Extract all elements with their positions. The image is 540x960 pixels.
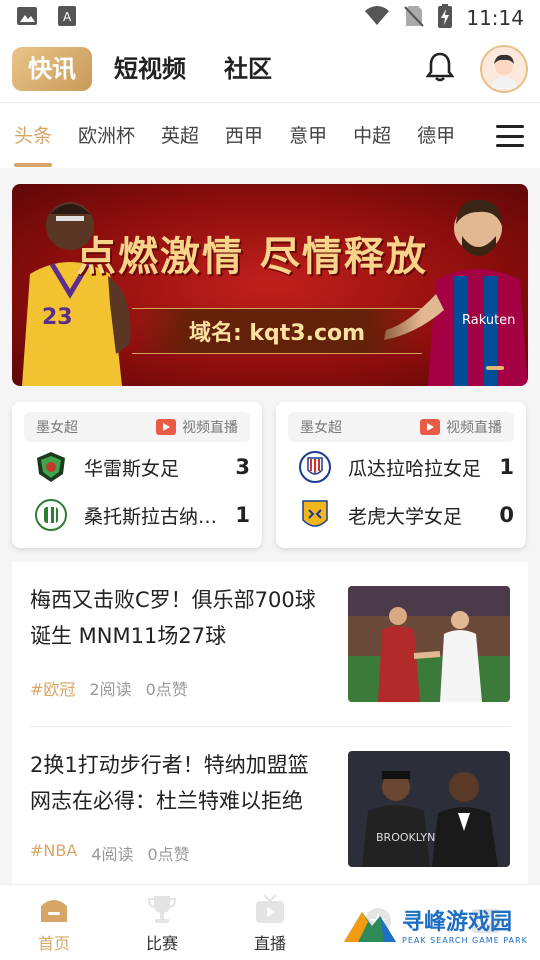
news-list: 梅西又击败C罗！俱乐部700球诞生 MNM11场27球 #欧冠 2阅读 0点赞 … — [12, 562, 528, 884]
team-logo-tigres — [298, 498, 332, 532]
team-name: 桑托斯拉古纳女足 — [84, 505, 224, 528]
team-score: 0 — [499, 503, 514, 527]
news-tag[interactable]: #欧冠 — [30, 676, 75, 700]
news-meta: #NBA 4阅读 0点赞 — [30, 841, 190, 865]
svg-text:A: A — [63, 10, 72, 24]
match-header: 墨女超 视频直播 — [24, 412, 250, 442]
banner-title: 点燃激情 尽情释放 — [76, 233, 428, 280]
team-score: 3 — [235, 455, 250, 479]
team-score: 1 — [499, 455, 514, 479]
nav-label: 直播 — [253, 933, 286, 953]
match-card[interactable]: 墨女超 视频直播 瓜达拉哈拉女足 1 老虎大学女足 0 — [276, 402, 526, 548]
category-csl[interactable]: 中超 — [353, 103, 391, 169]
news-thumbnail[interactable]: BROOKLYN — [348, 751, 510, 867]
team-logo-juarez — [34, 450, 68, 484]
match-card[interactable]: 墨女超 视频直播 华雷斯女足 3 桑托斯拉古纳女足 1 — [12, 402, 262, 548]
home-icon — [37, 892, 71, 926]
league-name: 墨女超 — [36, 420, 78, 436]
category-euro-cup[interactable]: 欧洲杯 — [78, 103, 135, 169]
svg-text:BROOKLYN: BROOKLYN — [376, 831, 435, 844]
team-row-away: 桑托斯拉古纳女足 1 — [24, 492, 250, 538]
news-likes: 0点赞 — [147, 845, 190, 864]
top-tab-bar: 快讯 短视频 社区 — [0, 36, 540, 102]
wifi-icon — [364, 5, 390, 32]
news-likes: 0点赞 — [145, 680, 188, 699]
news-reads: 4阅读 — [91, 845, 134, 864]
mountain-logo-icon — [344, 912, 396, 942]
nav-home[interactable]: 首页 — [0, 885, 108, 960]
play-icon — [420, 419, 440, 435]
news-title[interactable]: 2换1打动步行者！特纳加盟篮网志在必得：杜兰特难以拒绝 — [30, 747, 320, 819]
tv-icon — [253, 892, 287, 926]
banner-page-indicator — [486, 366, 504, 370]
tab-community[interactable]: 社区 — [224, 47, 272, 91]
news-tag[interactable]: #NBA — [30, 841, 77, 865]
status-time: 11:14 — [466, 6, 524, 30]
banner-domain-box: 域名: kqt3.com — [132, 308, 422, 354]
team-row-away: 老虎大学女足 0 — [288, 492, 514, 538]
team-name: 华雷斯女足 — [84, 457, 180, 480]
play-icon — [156, 419, 176, 435]
promo-banner[interactable]: 23 Rakuten 点燃激情 尽情释放 域名: kqt3.com — [12, 184, 528, 386]
watermark: 寻峰游戏园 PEAK SEARCH GAME PARK — [344, 894, 534, 954]
tab-short-video[interactable]: 短视频 — [114, 47, 186, 91]
svg-text:Rakuten: Rakuten — [462, 313, 515, 328]
nav-live[interactable]: 直播 — [216, 885, 324, 960]
image-icon — [16, 5, 38, 31]
category-premier-league[interactable]: 英超 — [161, 103, 199, 169]
category-bundesliga[interactable]: 德甲 — [417, 103, 455, 169]
watermark-title: 寻峰游戏园 — [402, 909, 513, 935]
category-headline[interactable]: 头条 — [14, 103, 53, 169]
tab-kuaixun[interactable]: 快讯 — [12, 47, 92, 91]
status-bar: A 11:14 — [0, 0, 540, 36]
team-logo-guadalajara — [298, 450, 332, 484]
menu-icon[interactable] — [496, 125, 524, 147]
banner-player-right: Rakuten — [384, 199, 528, 386]
banner-domain: 域名: kqt3.com — [188, 321, 366, 346]
nav-label: 首页 — [37, 933, 70, 953]
team-name: 瓜达拉哈拉女足 — [348, 457, 482, 480]
nav-label: 比赛 — [145, 933, 178, 953]
match-header: 墨女超 视频直播 — [288, 412, 514, 442]
news-reads: 2阅读 — [89, 680, 132, 699]
team-score: 1 — [235, 503, 250, 527]
bell-icon[interactable] — [425, 51, 455, 87]
battery-charging-icon — [438, 3, 453, 33]
watermark-subtitle: PEAK SEARCH GAME PARK — [402, 935, 528, 945]
team-row-home: 华雷斯女足 3 — [24, 444, 250, 490]
team-name: 老虎大学女足 — [348, 505, 463, 528]
news-meta: #欧冠 2阅读 0点赞 — [30, 676, 188, 700]
news-item[interactable]: 2换1打动步行者！特纳加盟篮网志在必得：杜兰特难以拒绝 #NBA 4阅读 0点赞… — [30, 727, 510, 884]
team-row-home: 瓜达拉哈拉女足 1 — [288, 444, 514, 490]
nav-matches[interactable]: 比赛 — [108, 885, 216, 960]
news-item[interactable]: 梅西又击败C罗！俱乐部700球诞生 MNM11场27球 #欧冠 2阅读 0点赞 — [30, 562, 510, 727]
team-logo-santos — [34, 498, 68, 532]
live-label: 视频直播 — [182, 420, 238, 436]
live-label: 视频直播 — [446, 420, 502, 436]
news-title[interactable]: 梅西又击败C罗！俱乐部700球诞生 MNM11场27球 — [30, 582, 320, 654]
banner-player-left: 23 — [22, 202, 131, 386]
trophy-icon — [145, 892, 179, 926]
svg-text:23: 23 — [42, 305, 73, 330]
news-thumbnail[interactable] — [348, 586, 510, 702]
avatar[interactable] — [480, 45, 528, 93]
category-la-liga[interactable]: 西甲 — [225, 103, 263, 169]
no-sim-icon — [404, 5, 425, 32]
video-live-tag[interactable]: 视频直播 — [156, 417, 238, 437]
video-live-tag[interactable]: 视频直播 — [420, 417, 502, 437]
category-bar: 头条 欧洲杯 英超 西甲 意甲 中超 德甲 — [0, 102, 540, 168]
league-name: 墨女超 — [300, 420, 342, 436]
app-a-icon: A — [56, 5, 78, 31]
category-serie-a[interactable]: 意甲 — [289, 103, 327, 169]
